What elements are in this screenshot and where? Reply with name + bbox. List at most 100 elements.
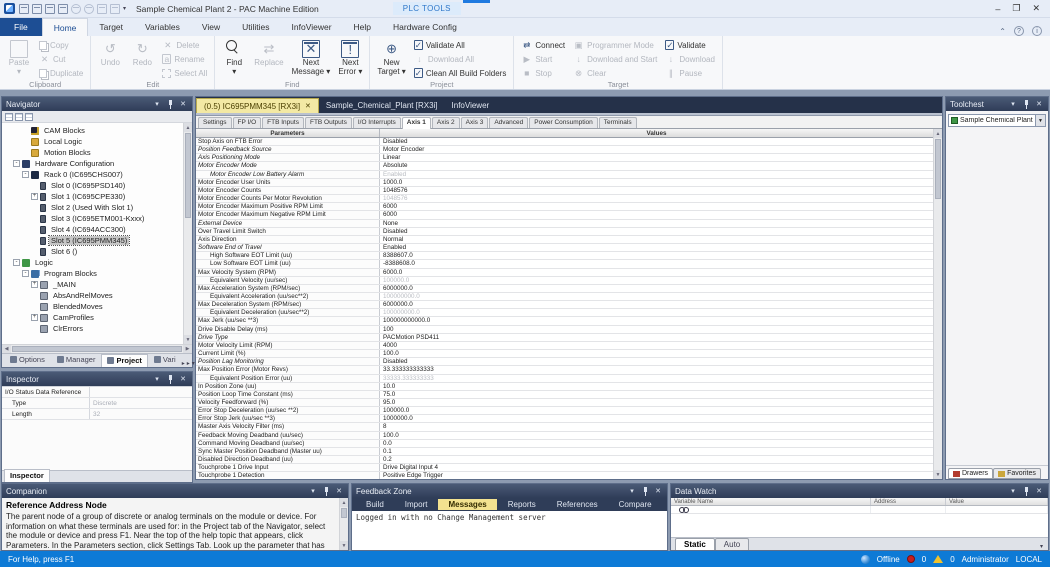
navigator-tab-vari[interactable]: Vari	[148, 353, 182, 367]
subtab-advanced[interactable]: Advanced	[489, 117, 528, 128]
data-watch-close-icon[interactable]: ✕	[1034, 486, 1044, 496]
parameter-value[interactable]: 95.0	[380, 399, 933, 406]
subtab-i-o-interrupts[interactable]: I/O Interrupts	[353, 117, 401, 128]
parameter-row[interactable]: Motor Encoder Low Battery AlarmEnabled	[196, 171, 933, 179]
tree-item-logic[interactable]: -Logic	[4, 257, 183, 268]
parameter-value[interactable]: 6000000.0	[380, 285, 933, 292]
collapse-ribbon-icon[interactable]: ⌃	[999, 27, 1006, 36]
tree-item-slot-2-used-with-slot-1[interactable]: Slot 2 (Used With Slot 1)	[4, 202, 183, 213]
parameter-value[interactable]: 6000	[380, 203, 933, 210]
scroll-up-icon[interactable]: ▲	[184, 123, 192, 132]
save-all-icon[interactable]	[32, 4, 42, 14]
scroll-thumb[interactable]	[12, 346, 182, 352]
variable-name-column-header[interactable]: Variable Name	[671, 498, 871, 505]
parameter-value[interactable]: Disabled	[380, 138, 933, 145]
restore-button[interactable]: ❐	[1012, 3, 1020, 14]
parameter-value[interactable]: 6000000.0	[380, 301, 933, 308]
toolchest-drawer-select[interactable]: Sample Chemical Plant ▼	[948, 114, 1046, 127]
tree-item-absandrelmoves[interactable]: AbsAndRelMoves	[4, 290, 183, 301]
parameter-value[interactable]: 33.333333333333	[380, 366, 933, 373]
connect-button[interactable]: ⇄Connect	[518, 38, 568, 52]
parameter-value[interactable]: 8388607.0	[380, 252, 933, 259]
navigator-tab-options[interactable]: Options	[4, 353, 51, 367]
parameter-value[interactable]: Motor Encoder	[380, 146, 933, 153]
expand-icon[interactable]: +	[31, 281, 38, 288]
navigator-vertical-scrollbar[interactable]: ▲ ▼	[183, 123, 192, 344]
document-tab-sample-chemical-plant-rx3i[interactable]: Sample_Chemical_Plant [RX3i]	[319, 98, 445, 113]
expand-icon[interactable]: +	[31, 314, 38, 321]
subtab-power-consumption[interactable]: Power Consumption	[529, 117, 598, 128]
parameter-value[interactable]: 100000000000.0	[380, 317, 933, 324]
parameter-row[interactable]: Touchprobe 1 DetectionPositive Edge Trig…	[196, 472, 933, 479]
parameter-row[interactable]: In Position Zone (uu)10.0	[196, 383, 933, 391]
nav-view2-icon[interactable]	[15, 113, 23, 121]
tree-item-blendedmoves[interactable]: BlendedMoves	[4, 301, 183, 312]
parameter-value[interactable]: 100000000.0	[380, 309, 933, 316]
parameter-row[interactable]: Current Limit (%)100.0	[196, 350, 933, 358]
companion-vertical-scrollbar[interactable]: ▲ ▼	[339, 498, 348, 550]
menu-tab-view[interactable]: View	[191, 18, 231, 36]
parameter-value[interactable]: 100.0	[380, 350, 933, 357]
collapse-icon[interactable]: -	[13, 160, 20, 167]
navigator-pin-icon[interactable]	[165, 99, 175, 109]
parameter-row[interactable]: Master Axis Velocity Filter (ms)8	[196, 423, 933, 431]
parameter-value[interactable]: Enabled	[380, 244, 933, 251]
grid-vertical-scrollbar[interactable]: ▲ ▼	[933, 129, 942, 479]
tree-item-slot-6[interactable]: Slot 6 ()	[4, 246, 183, 257]
subtab-axis-2[interactable]: Axis 2	[432, 117, 460, 128]
data-watch-expand-icon[interactable]: ▾	[1040, 543, 1048, 550]
subtab-ftb-outputs[interactable]: FTB Outputs	[305, 117, 352, 128]
parameter-value[interactable]: Drive Digital Input 4	[380, 464, 933, 471]
parameter-row[interactable]: Max Position Error (Motor Revs)33.333333…	[196, 366, 933, 374]
feedback-tab-import[interactable]: Import	[395, 499, 438, 510]
parameter-row[interactable]: Axis Positioning ModeLinear	[196, 154, 933, 162]
parameter-value[interactable]: 8	[380, 423, 933, 430]
new-target-button[interactable]: ⊕New Target ▾	[374, 38, 408, 77]
data-watch-tab-auto[interactable]: Auto	[715, 538, 749, 550]
navigator-tab-project[interactable]: Project	[101, 354, 147, 367]
parameter-row[interactable]: Sync Master Position Deadband (Master uu…	[196, 448, 933, 456]
inspector-close-icon[interactable]: ✕	[178, 374, 188, 384]
feedback-tab-messages[interactable]: Messages	[438, 499, 496, 510]
tree-item-camprofiles[interactable]: +CamProfiles	[4, 312, 183, 323]
tree-item-slot-4-ic694acc300[interactable]: Slot 4 (IC694ACC300)	[4, 224, 183, 235]
subtab-terminals[interactable]: Terminals	[599, 117, 637, 128]
inspector-menu-icon[interactable]: ▾	[152, 374, 162, 384]
parameter-value[interactable]: 100	[380, 326, 933, 333]
scroll-down-icon[interactable]: ▼	[934, 470, 942, 479]
tree-item-program-blocks[interactable]: -Program Blocks	[4, 268, 183, 279]
feedback-menu-icon[interactable]: ▾	[627, 486, 637, 496]
quick-access-dropdown-icon[interactable]: ▾	[123, 5, 126, 12]
scroll-down-icon[interactable]: ▼	[340, 541, 348, 550]
tree-item-rack-0-ic695chs007[interactable]: -Rack 0 (IC695CHS007)	[4, 169, 183, 180]
parameter-row[interactable]: Command Moving Deadband (uu/sec)0.0	[196, 440, 933, 448]
parameter-value[interactable]: Absolute	[380, 162, 933, 169]
print-icon[interactable]	[97, 4, 107, 14]
parameter-value[interactable]: 1048576	[380, 195, 933, 202]
validate-all-button[interactable]: ✓Validate All	[411, 38, 509, 52]
menu-tab-target[interactable]: Target	[88, 18, 134, 36]
parameter-row[interactable]: Velocity Feedforward (%)95.0	[196, 399, 933, 407]
values-column-header[interactable]: Values	[380, 129, 933, 137]
subtab-fp-i-o[interactable]: FP I/O	[233, 117, 262, 128]
companion-close-icon[interactable]: ✕	[334, 486, 344, 496]
scroll-right-icon[interactable]: ▶	[183, 345, 192, 353]
address-cell[interactable]	[871, 506, 946, 513]
menu-tab-variables[interactable]: Variables	[134, 18, 191, 36]
parameter-row[interactable]: Max Jerk (uu/sec **3)100000000000.0	[196, 317, 933, 325]
parameter-row[interactable]: Motor Encoder Counts1048576	[196, 187, 933, 195]
parameter-value[interactable]: 100000.0	[380, 407, 933, 414]
export-icon[interactable]	[45, 4, 55, 14]
parameter-row[interactable]: Max Deceleration System (RPM/sec)6000000…	[196, 301, 933, 309]
parameter-value[interactable]: 100.0	[380, 432, 933, 439]
parameter-value[interactable]: Positive Edge Trigger	[380, 472, 933, 479]
parameter-value[interactable]: -8388608.0	[380, 260, 933, 267]
parameter-value[interactable]: 10.0	[380, 383, 933, 390]
data-watch-tab-static[interactable]: Static	[675, 538, 715, 550]
subtab-axis-3[interactable]: Axis 3	[461, 117, 489, 128]
parameter-row[interactable]: Equivalent Acceleration (uu/sec**2)10000…	[196, 293, 933, 301]
parameter-row[interactable]: Stop Axis on FTB ErrorDisabled	[196, 138, 933, 146]
feedback-tab-build[interactable]: Build	[356, 499, 394, 510]
collapse-icon[interactable]: -	[13, 259, 20, 266]
expand-icon[interactable]: +	[31, 193, 38, 200]
